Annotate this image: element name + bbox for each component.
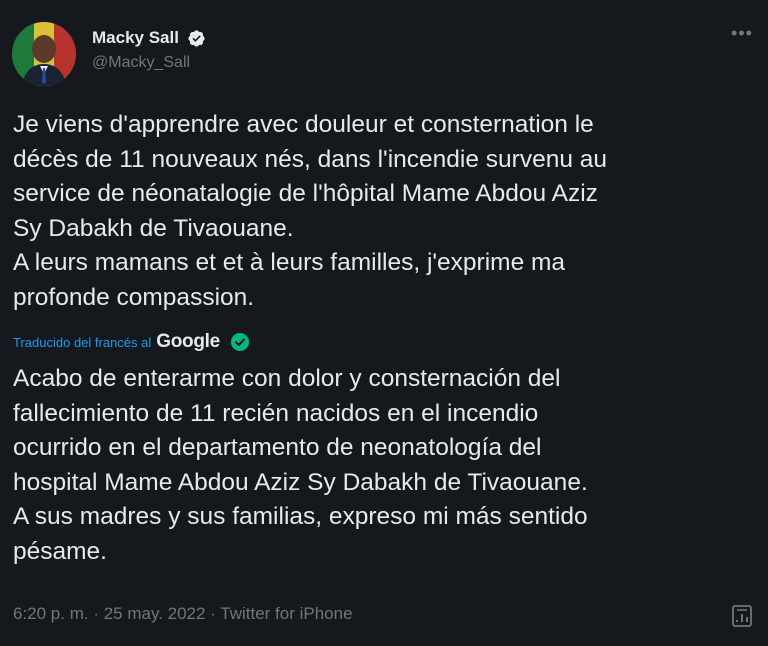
author-name[interactable]: Macky Sall <box>92 28 179 48</box>
google-verified-icon <box>230 333 249 351</box>
author-avatar[interactable] <box>12 22 76 86</box>
verified-badge-icon <box>188 29 206 47</box>
tweet-card: Macky Sall @Macky_Sall ••• Je viens d'ap… <box>0 0 768 646</box>
translation-attribution: Traducido del francés al Google <box>13 328 250 356</box>
analytics-icon[interactable] <box>730 600 756 630</box>
tweet-header: Macky Sall @Macky_Sall ••• <box>12 20 756 90</box>
author-info: Macky Sall @Macky_Sall <box>92 28 206 72</box>
translation-label[interactable]: Traducido del francés al <box>13 335 151 350</box>
tweet-text-translated: Acabo de enterarme con dolor y consterna… <box>13 365 588 565</box>
tweet-text-original: Je viens d'apprendre avec douleur et con… <box>13 111 608 311</box>
author-handle[interactable]: @Macky_Sall <box>92 54 206 72</box>
more-icon[interactable]: ••• <box>730 24 754 44</box>
google-logo: Google <box>156 331 220 352</box>
tweet-meta[interactable]: 6:20 p. m. · 25 may. 2022 · Twitter for … <box>13 604 353 624</box>
